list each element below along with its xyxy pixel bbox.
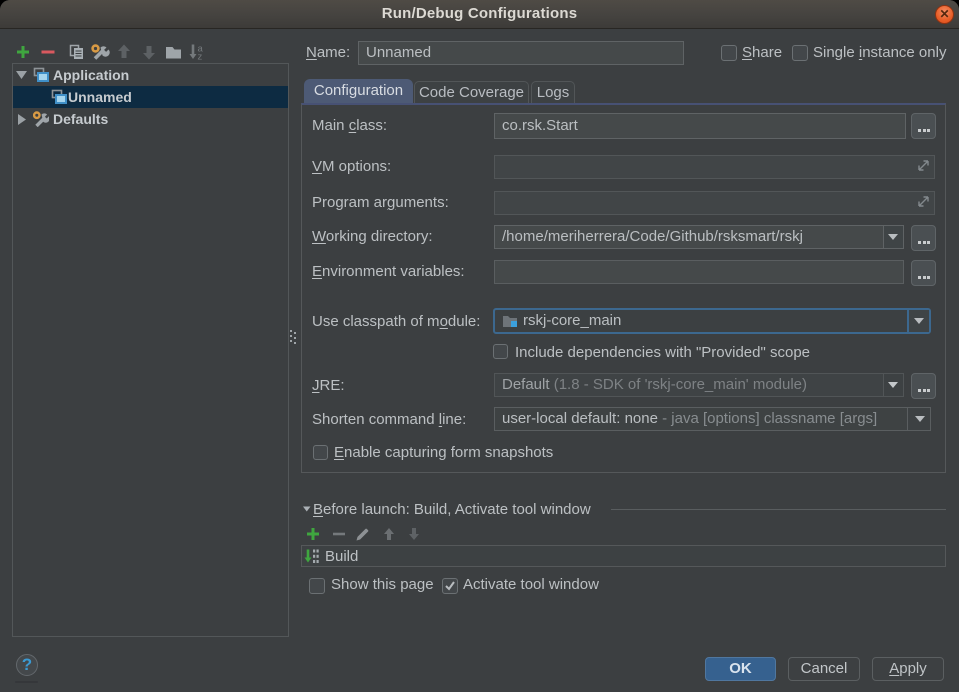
svg-text:z: z: [198, 52, 203, 62]
